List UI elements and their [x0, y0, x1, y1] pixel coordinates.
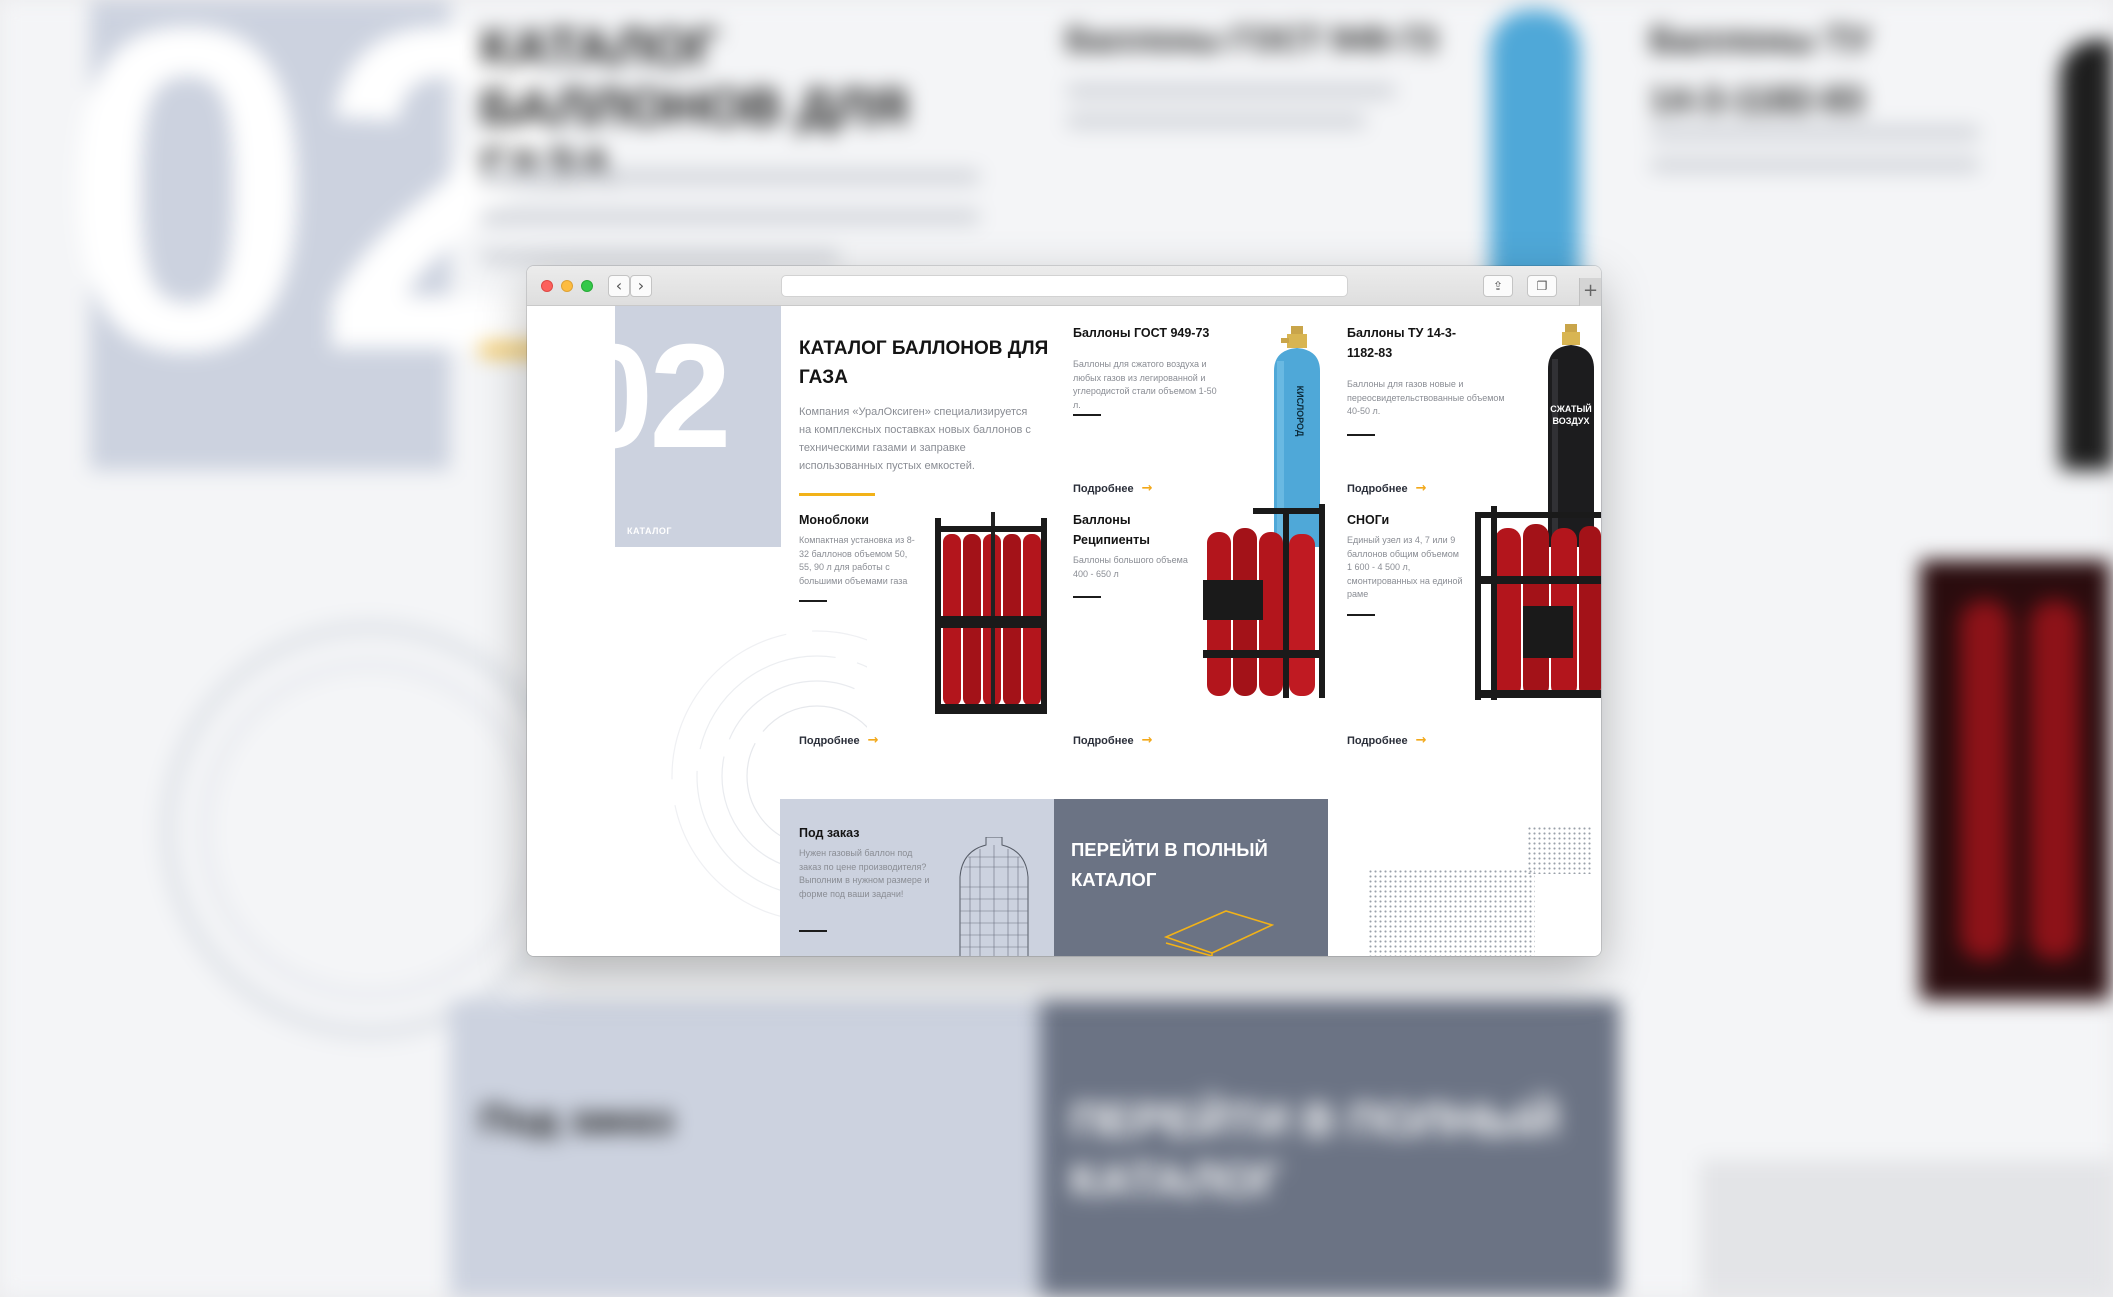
compressed-air-label-2: ВОЗДУХ	[1552, 416, 1589, 426]
compressed-air-label-1: СЖАТЫЙ	[1550, 403, 1591, 414]
card-order-description: Нужен газовый баллон под заказ по цене п…	[799, 848, 930, 899]
card-tu-more-link[interactable]: Подробнее →	[1347, 481, 1426, 496]
go-to-catalog-button[interactable]: ПЕРЕЙТИ В ПОЛНЫЙ КАТАЛОГ	[1054, 799, 1328, 956]
decorative-dot-grid-small	[1527, 826, 1593, 874]
card-gost-title: Баллоны ГОСТ 949-73	[1073, 326, 1210, 340]
card-gost-description: Баллоны для сжатого воздуха и любых газо…	[1073, 359, 1217, 410]
share-button[interactable]: ⇪	[1483, 275, 1513, 297]
card-monoblocks-dash	[799, 600, 827, 602]
arrow-right-icon: →	[1141, 733, 1153, 748]
hero-number-block: 02 КАТАЛОГ	[615, 306, 781, 547]
card-tu-description: Баллоны для газов новые и переосвидетель…	[1347, 379, 1505, 416]
arrow-right-icon: →	[1415, 733, 1427, 748]
folder-icon	[1164, 910, 1274, 956]
tabs-overview-button[interactable]: ❐	[1527, 275, 1557, 297]
address-bar[interactable]	[781, 275, 1348, 297]
recipients-image	[1203, 504, 1325, 698]
card-monoblocks-title: Моноблоки	[799, 513, 869, 527]
monoblock-image	[935, 512, 1047, 714]
card-recipients-dash	[1073, 596, 1101, 598]
chevron-right-icon: ›	[637, 276, 645, 295]
page-title: КАТАЛОГ БАЛЛОНОВ ДЛЯ ГАЗА	[799, 338, 1049, 388]
card-snog-description: Единый узел из 4, 7 или 9 баллонов общим…	[1347, 535, 1463, 599]
card-tu-dash	[1347, 434, 1375, 436]
card-gost-more-link[interactable]: Подробнее →	[1073, 481, 1152, 496]
back-button[interactable]: ‹	[608, 275, 630, 297]
card-recipients-title: Баллоны Реципиенты	[1073, 513, 1150, 547]
card-gost-dash	[1073, 414, 1101, 416]
minimize-window-button[interactable]	[561, 280, 573, 292]
decorative-dot-grid	[1368, 869, 1535, 956]
close-window-button[interactable]	[541, 280, 553, 292]
card-snog-dash	[1347, 614, 1375, 616]
wireframe-cylinder-image	[959, 837, 1029, 956]
arrow-right-icon: →	[1141, 481, 1153, 496]
plus-icon: +	[1582, 280, 1599, 301]
card-monoblocks-description: Компактная установка из 8-32 баллонов об…	[799, 535, 915, 586]
arrow-right-icon: →	[867, 733, 879, 748]
card-snog-more-link[interactable]: Подробнее →	[1347, 733, 1426, 748]
page-content: 02 КАТАЛОГ КАТАЛОГ БАЛЛОНОВ ДЛЯ ГАЗА Ком…	[527, 306, 1601, 956]
card-monoblocks-more-link[interactable]: Подробнее →	[799, 733, 878, 748]
share-icon: ⇪	[1492, 279, 1504, 293]
card-order[interactable]: Под заказ Нужен газовый баллон под заказ…	[780, 799, 1054, 956]
hero-tag: КАТАЛОГ	[627, 526, 673, 536]
maximize-window-button[interactable]	[581, 280, 593, 292]
tabs-icon: ❐	[1536, 279, 1548, 293]
chevron-left-icon: ‹	[615, 276, 623, 295]
arrow-right-icon: →	[1415, 481, 1427, 496]
card-recipients-description: Баллоны большого объема 400 - 650 л	[1073, 555, 1188, 579]
card-tu-title: Баллоны ТУ 14-3-1182-83	[1347, 326, 1457, 360]
snog-image	[1475, 506, 1601, 700]
card-snog-title: СНОГи	[1347, 513, 1390, 527]
card-order-title: Под заказ	[799, 826, 860, 840]
hero-description: Компания «УралОксиген» специализируется …	[799, 406, 1031, 472]
new-tab-button[interactable]: +	[1579, 278, 1601, 306]
oxygen-label: КИСЛОРОД	[1295, 386, 1305, 437]
card-recipients-more-link[interactable]: Подробнее →	[1073, 733, 1152, 748]
browser-window: ‹ › ⇪ ❐ + 02 КАТАЛОГ КАТАЛОГ БАЛЛОНОВ ДЛ…	[527, 266, 1601, 956]
hero-number: 02	[615, 314, 732, 479]
card-order-dash	[799, 930, 827, 932]
accent-underline	[799, 493, 875, 496]
forward-button[interactable]: ›	[630, 275, 652, 297]
browser-toolbar: ‹ › ⇪ ❐ +	[527, 266, 1601, 306]
go-to-catalog-label: ПЕРЕЙТИ В ПОЛНЫЙ КАТАЛОГ	[1071, 839, 1268, 890]
